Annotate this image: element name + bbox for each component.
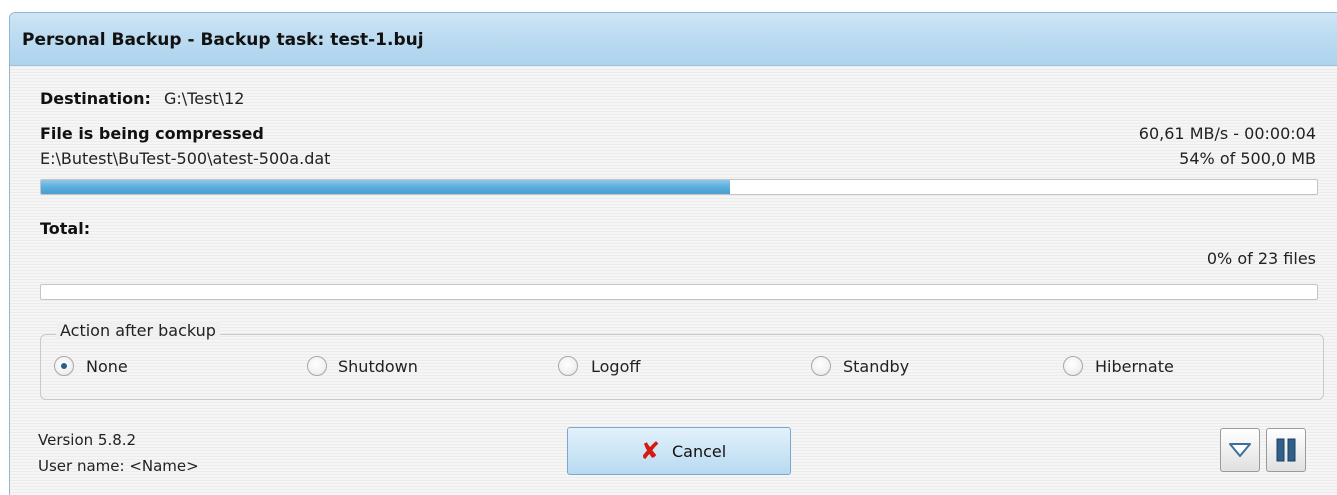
expand-button[interactable] — [1220, 428, 1260, 472]
user-name-text: User name: <Name> — [38, 457, 199, 475]
radio-shutdown[interactable] — [307, 356, 327, 376]
window-title: Personal Backup - Backup task: test-1.bu… — [22, 30, 424, 50]
total-progress-bar — [40, 284, 1318, 300]
total-progress-text: 0% of 23 files — [1206, 249, 1316, 268]
radio-none[interactable] — [54, 356, 74, 376]
radio-standby-label[interactable]: Standby — [843, 357, 909, 376]
radio-standby[interactable] — [811, 356, 831, 376]
action-after-backup-label: Action after backup — [56, 321, 220, 340]
file-progress-bar — [40, 179, 1318, 195]
backup-progress-window: Personal Backup - Backup task: test-1.bu… — [9, 12, 1337, 495]
radio-selected-dot — [61, 363, 67, 369]
radio-shutdown-label[interactable]: Shutdown — [338, 357, 418, 376]
file-progress-fill — [41, 180, 731, 194]
transfer-speed: 60,61 MB/s - 00:00:04 — [1138, 124, 1316, 143]
version-text: Version 5.8.2 — [38, 431, 137, 449]
triangle-down-icon — [1229, 443, 1251, 457]
current-status: File is being compressed — [40, 124, 264, 143]
radio-logoff-label[interactable]: Logoff — [591, 357, 640, 376]
current-file-path: E:\Butest\BuTest-500\atest-500a.dat — [40, 149, 331, 168]
destination-value: G:\Test\12 — [164, 89, 245, 108]
destination-label: Destination: — [40, 89, 151, 108]
pause-button[interactable] — [1266, 428, 1306, 472]
title-bar[interactable]: Personal Backup - Backup task: test-1.bu… — [10, 13, 1337, 66]
pause-icon — [1276, 438, 1296, 462]
radio-hibernate-label[interactable]: Hibernate — [1095, 357, 1174, 376]
total-label: Total: — [40, 219, 91, 238]
radio-logoff[interactable] — [558, 356, 578, 376]
cancel-button-label: Cancel — [672, 442, 727, 461]
red-x-icon: ✘ — [640, 437, 661, 465]
file-progress-text: 54% of 500,0 MB — [1179, 149, 1316, 168]
radio-hibernate[interactable] — [1063, 356, 1083, 376]
cancel-button[interactable]: ✘ Cancel — [567, 427, 791, 475]
radio-none-label[interactable]: None — [86, 357, 128, 376]
